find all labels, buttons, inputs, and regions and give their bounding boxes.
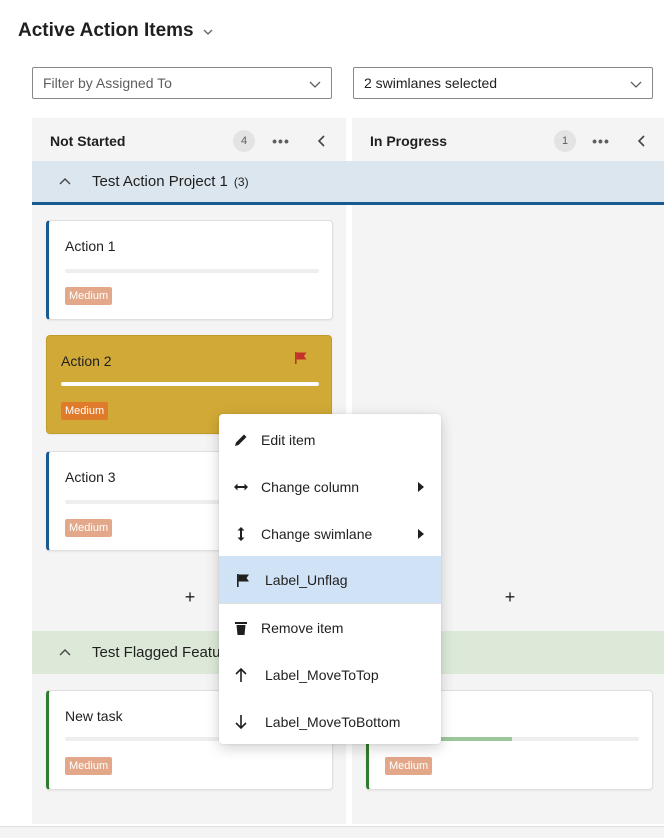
chevron-down-icon	[309, 81, 321, 88]
arrows-vertical-icon	[237, 526, 245, 541]
menu-item-label: Label_MoveToBottom	[265, 713, 401, 730]
board-bottom-edge	[0, 826, 664, 838]
swimlane-title: Test Action Project 1 (3)	[92, 173, 249, 190]
caret-right-icon	[418, 481, 424, 492]
page-title: Active Action Items	[18, 20, 194, 41]
chevron-left-icon[interactable]	[633, 132, 651, 150]
swimlane-name: Test Flagged Featur	[92, 644, 226, 661]
chevron-down-icon[interactable]	[202, 26, 214, 38]
pencil-icon	[235, 434, 247, 446]
menu-item-label: Edit item	[261, 431, 316, 448]
chevron-up-icon[interactable]	[58, 646, 72, 660]
menu-item-move-to-top[interactable]: Label_MoveToTop	[219, 651, 441, 698]
assigned-to-filter-placeholder: Filter by Assigned To	[43, 75, 172, 91]
menu-item-label: Change column	[261, 478, 360, 495]
add-item-button[interactable]: +	[180, 587, 200, 607]
swimlane-filter-value: 2 swimlanes selected	[364, 75, 498, 91]
flag-icon	[295, 352, 307, 364]
swimlane-count: (3)	[233, 175, 249, 189]
arrow-down-icon	[235, 714, 247, 729]
flag-icon	[237, 573, 249, 587]
more-options-icon[interactable]: •••	[270, 130, 292, 152]
priority-badge: Medium	[61, 402, 109, 420]
priority-badge: Medium	[65, 757, 113, 775]
swimlane-filter[interactable]: 2 swimlanes selected	[353, 67, 653, 99]
action-card[interactable]: Action 1 Medium	[46, 220, 333, 320]
chevron-left-icon[interactable]	[313, 132, 331, 150]
priority-badge: Medium	[65, 287, 113, 305]
board-title-row[interactable]: Active Action Items	[18, 18, 214, 44]
chevron-up-icon[interactable]	[58, 175, 72, 189]
menu-item-label: Remove item	[261, 619, 344, 636]
caret-right-icon	[418, 528, 424, 539]
arrow-up-icon	[235, 667, 247, 682]
column-count-badge: 1	[554, 130, 576, 152]
more-options-icon[interactable]: •••	[590, 130, 612, 152]
menu-item-edit[interactable]: Edit item	[219, 416, 441, 463]
menu-item-change-column[interactable]: Change column	[219, 463, 441, 510]
chevron-down-icon	[630, 81, 642, 88]
menu-item-unflag[interactable]: Label_Unflag	[219, 556, 441, 603]
column-title: Not Started	[50, 133, 126, 149]
menu-item-label: Change swimlane	[261, 525, 373, 542]
card-progress-bar	[61, 382, 319, 386]
assigned-to-filter[interactable]: Filter by Assigned To	[32, 67, 332, 99]
card-title: Action 3	[65, 469, 116, 485]
swimlane-header-test-action-project-1[interactable]: Test Action Project 1 (3)	[32, 161, 664, 205]
card-progress-bar	[65, 269, 319, 273]
swimlane-name: Test Action Project 1	[92, 173, 228, 190]
column-title: In Progress	[370, 133, 448, 149]
column-header-in-progress: In Progress 1 •••	[370, 126, 660, 156]
menu-item-remove[interactable]: Remove item	[219, 604, 441, 651]
add-item-button[interactable]: +	[500, 587, 520, 607]
menu-item-move-to-bottom[interactable]: Label_MoveToBottom	[219, 698, 441, 745]
card-title: New task	[65, 708, 123, 724]
menu-item-label: Label_Unflag	[265, 571, 348, 588]
column-count-badge: 4	[233, 130, 255, 152]
card-context-menu: Edit item Change column Change swimlane …	[219, 414, 441, 744]
priority-badge: Medium	[385, 757, 433, 775]
arrows-horizontal-icon	[234, 483, 248, 490]
menu-item-change-swimlane[interactable]: Change swimlane	[219, 510, 441, 557]
trash-icon	[235, 621, 247, 635]
card-title: Action 2	[61, 353, 112, 369]
menu-item-label: Label_MoveToTop	[265, 666, 379, 683]
priority-badge: Medium	[65, 519, 113, 537]
column-header-not-started: Not Started 4 •••	[50, 126, 340, 156]
card-title: Action 1	[65, 238, 116, 254]
